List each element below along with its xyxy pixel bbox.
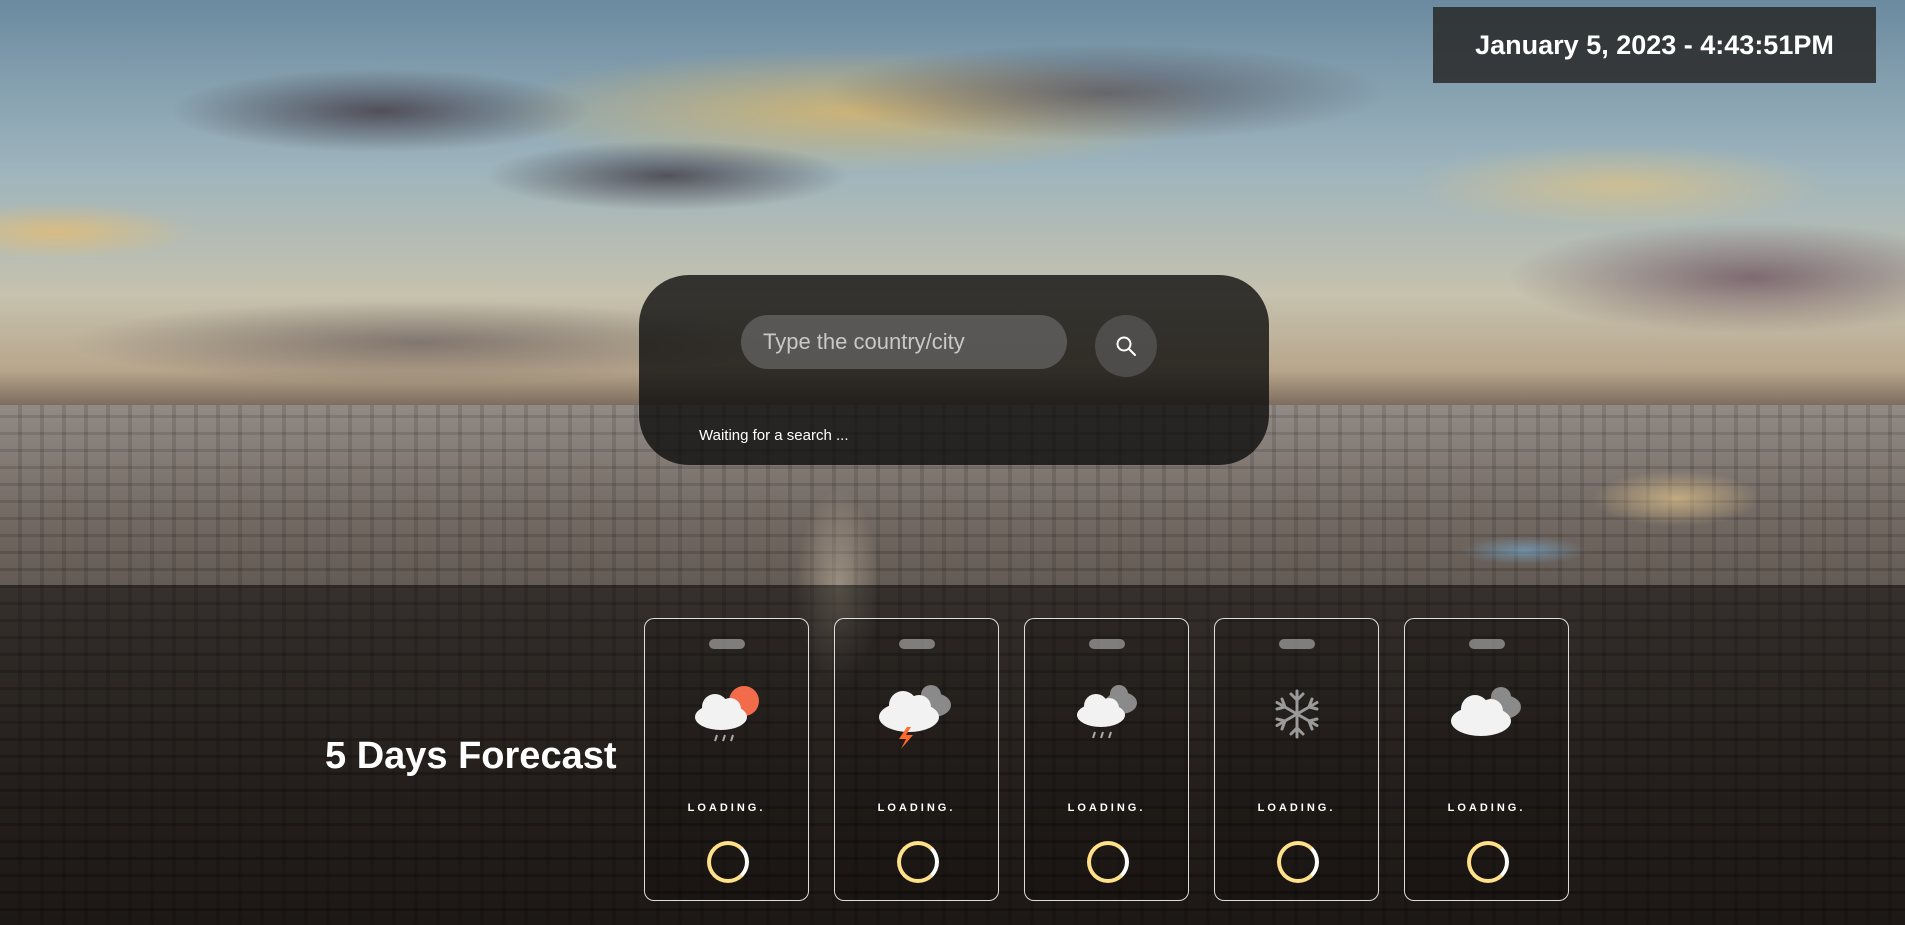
loading-spinner — [1467, 841, 1509, 883]
forecast-card-3: LOADING. — [1024, 618, 1189, 901]
forecast-card-1: LOADING. — [644, 618, 809, 901]
thunderstorm-icon — [879, 685, 951, 749]
datetime-display: January 5, 2023 - 4:43:51PM — [1433, 7, 1876, 83]
loading-text: LOADING. — [687, 802, 766, 814]
loading-spinner — [1277, 841, 1319, 883]
forecast-card-2: LOADING. — [834, 618, 999, 901]
loading-text: LOADING. — [1067, 802, 1146, 814]
search-icon — [1116, 336, 1136, 356]
day-label-placeholder — [899, 639, 935, 649]
loading-spinner — [707, 841, 749, 883]
day-label-placeholder — [709, 639, 745, 649]
cloud-rain-icon — [1077, 685, 1137, 739]
loading-spinner — [897, 841, 939, 883]
day-label-placeholder — [1469, 639, 1505, 649]
loading-text: LOADING. — [1447, 802, 1526, 814]
cloudy-icon — [1451, 687, 1521, 736]
forecast-card-4: LOADING. — [1214, 618, 1379, 901]
loading-text: LOADING. — [1257, 802, 1336, 814]
search-button[interactable] — [1095, 315, 1157, 377]
search-panel: Waiting for a search ... — [639, 275, 1269, 465]
partly-sunny-rain-icon — [695, 686, 759, 742]
day-label-placeholder — [1279, 639, 1315, 649]
search-status: Waiting for a search ... — [699, 427, 849, 444]
search-input[interactable] — [741, 315, 1067, 369]
forecast-card-5: LOADING. — [1404, 618, 1569, 901]
forecast-title: 5 Days Forecast — [325, 735, 617, 777]
loading-text: LOADING. — [877, 802, 956, 814]
day-label-placeholder — [1089, 639, 1125, 649]
loading-spinner — [1087, 841, 1129, 883]
snowflake-icon — [1275, 689, 1319, 739]
